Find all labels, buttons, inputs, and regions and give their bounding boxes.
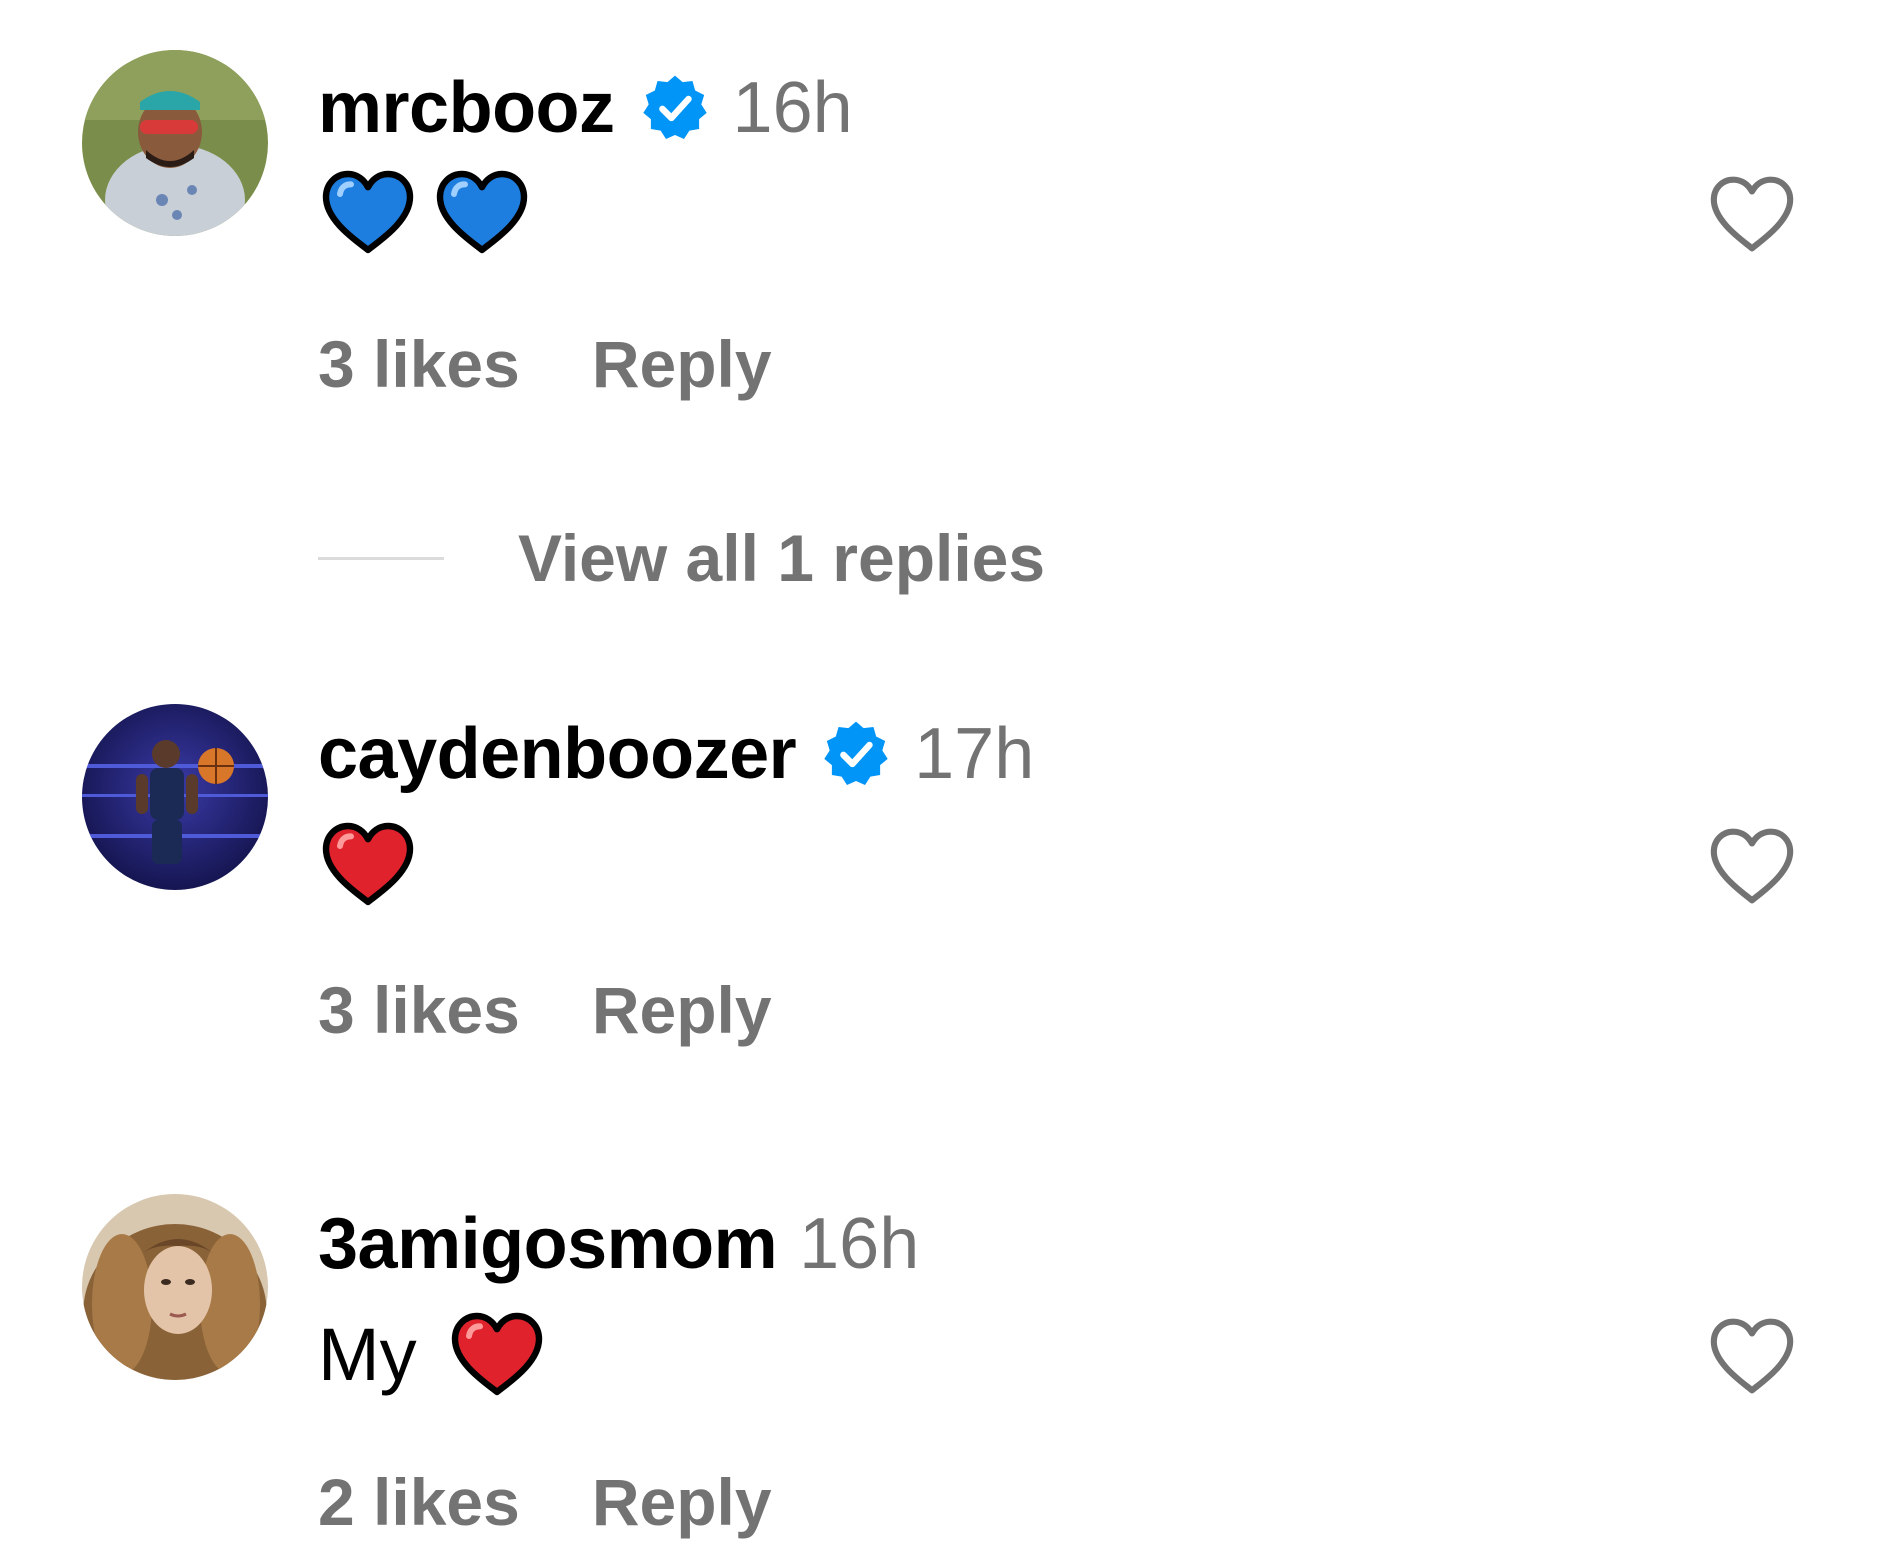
comment-body: My bbox=[318, 1312, 417, 1396]
comment-text bbox=[318, 164, 546, 260]
username[interactable]: caydenboozer bbox=[318, 713, 797, 795]
heart-outline-icon[interactable] bbox=[1706, 824, 1798, 908]
avatar[interactable] bbox=[82, 1194, 268, 1380]
blue-heart-emoji-icon bbox=[318, 166, 418, 258]
verified-badge-icon bbox=[639, 72, 711, 144]
timestamp[interactable]: 17h bbox=[914, 713, 1034, 795]
blue-heart-emoji-icon bbox=[432, 166, 532, 258]
reply-button[interactable]: Reply bbox=[592, 326, 772, 402]
red-heart-emoji-icon bbox=[318, 818, 418, 910]
timestamp[interactable]: 16h bbox=[733, 67, 853, 149]
reply-button[interactable]: Reply bbox=[592, 1464, 772, 1540]
comment-header: mrcbooz 16h bbox=[318, 66, 853, 150]
comment-actions: 2 likes Reply bbox=[318, 1462, 772, 1542]
comment-text: My bbox=[318, 1306, 561, 1402]
avatar-photo bbox=[82, 1194, 268, 1380]
comment-actions: 3 likes Reply bbox=[318, 324, 772, 404]
red-heart-emoji-icon bbox=[447, 1308, 547, 1400]
avatar-photo bbox=[82, 50, 268, 236]
likes-count[interactable]: 2 likes bbox=[318, 1464, 520, 1540]
verified-badge-icon bbox=[820, 718, 892, 790]
avatar-photo bbox=[82, 704, 268, 890]
username[interactable]: mrcbooz bbox=[318, 67, 615, 149]
view-replies-button[interactable]: View all 1 replies bbox=[318, 518, 1045, 598]
replies-divider bbox=[318, 556, 444, 560]
heart-outline-icon[interactable] bbox=[1706, 1314, 1798, 1398]
likes-count[interactable]: 3 likes bbox=[318, 326, 520, 402]
comment-text bbox=[318, 816, 432, 912]
avatar[interactable] bbox=[82, 704, 268, 890]
comment-header: 3amigosmom 16h bbox=[318, 1202, 919, 1286]
username[interactable]: 3amigosmom bbox=[318, 1203, 778, 1285]
avatar[interactable] bbox=[82, 50, 268, 236]
comment-header: caydenboozer 17h bbox=[318, 712, 1034, 796]
timestamp[interactable]: 16h bbox=[799, 1203, 919, 1285]
view-replies-label: View all 1 replies bbox=[518, 521, 1046, 595]
likes-count[interactable]: 3 likes bbox=[318, 972, 520, 1048]
comment-actions: 3 likes Reply bbox=[318, 970, 772, 1050]
reply-button[interactable]: Reply bbox=[592, 972, 772, 1048]
heart-outline-icon[interactable] bbox=[1706, 172, 1798, 256]
